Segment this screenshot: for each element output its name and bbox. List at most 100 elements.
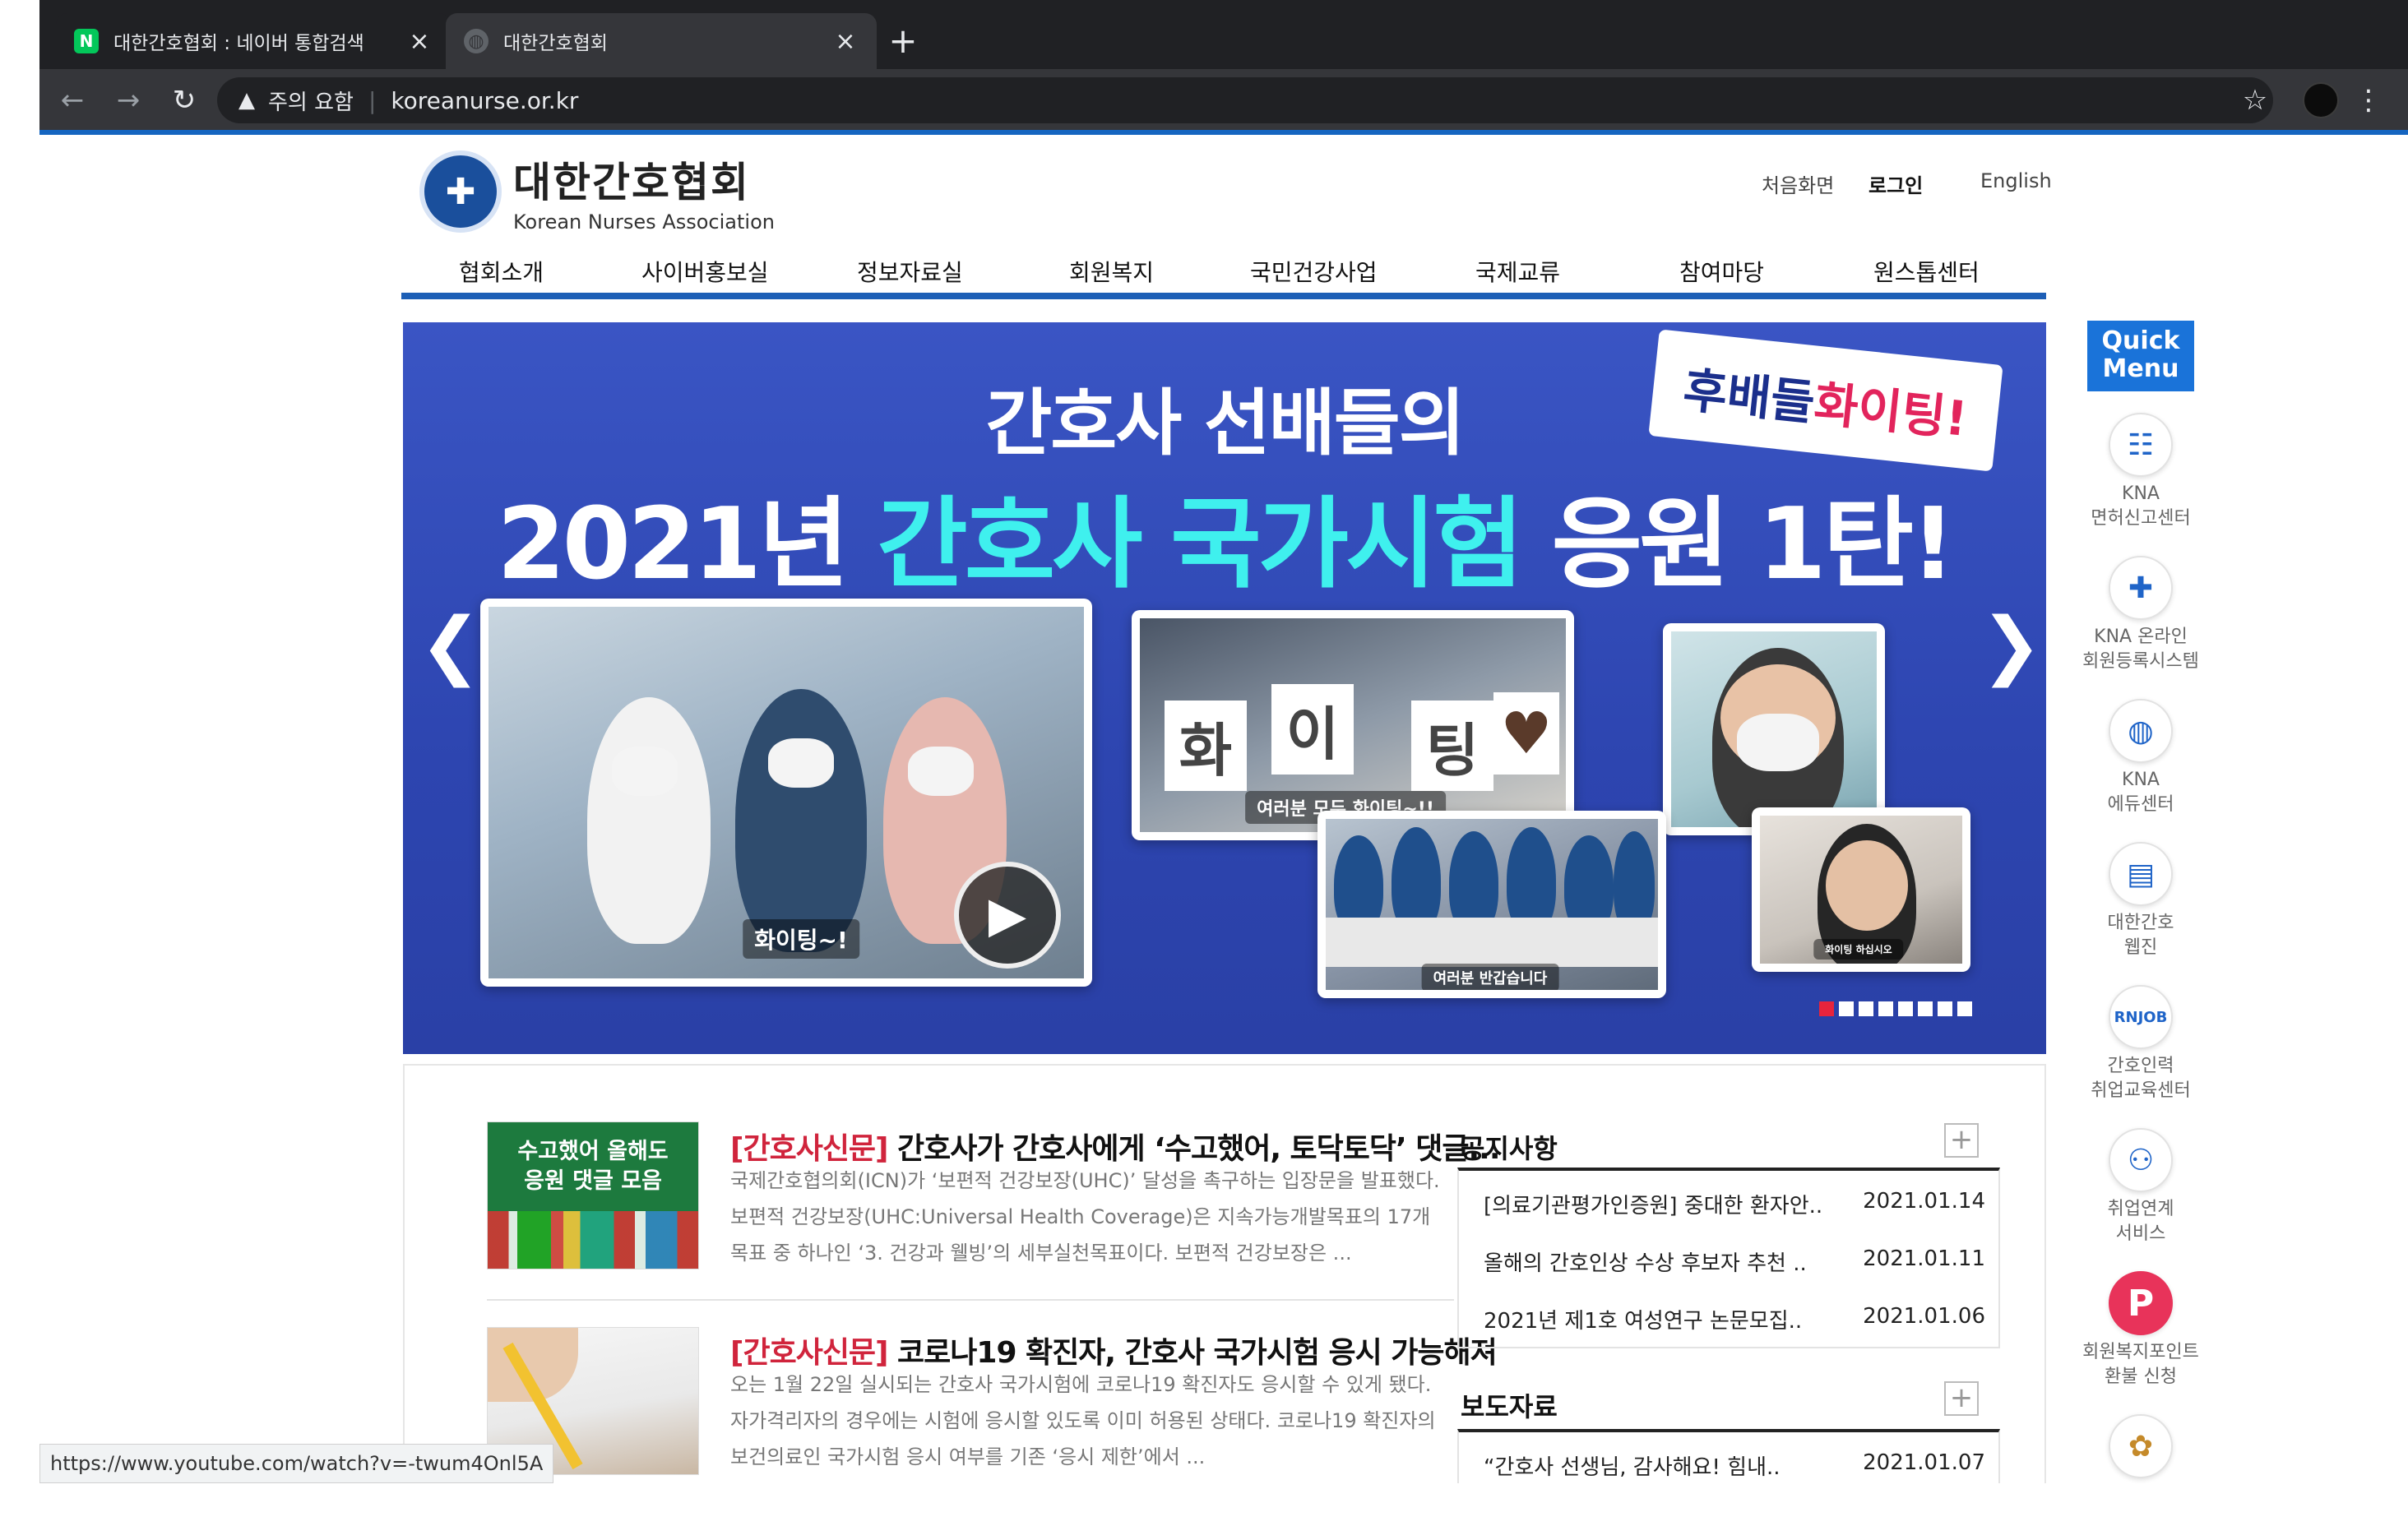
home-link[interactable]: 처음화면 bbox=[1762, 169, 1834, 198]
nav-international[interactable]: 국제교류 bbox=[1475, 255, 1560, 288]
news-title[interactable]: [간호사신문] 코로나19 확진자, 간호사 국가시험 응시 가능해져 bbox=[730, 1329, 1498, 1371]
tab-close-icon[interactable]: × bbox=[832, 27, 859, 56]
kna-emblem-icon: ✚ bbox=[419, 150, 502, 233]
board-row[interactable]: 올해의 간호인상 수상 후보자 추천 .. 2021.01.11 bbox=[1484, 1246, 1985, 1277]
photo4-caption: 여러분 반갑습니다 bbox=[1421, 964, 1559, 990]
quick-rnjob[interactable]: RNJOB 간호인력 취업교육센터 bbox=[2071, 985, 2211, 1103]
thumb-text: 수고했어 올해도 응원 댓글 모음 bbox=[517, 1139, 669, 1194]
banner-dot[interactable] bbox=[1957, 1001, 1972, 1016]
nav-participate[interactable]: 참여마당 bbox=[1679, 255, 1764, 288]
forward-icon[interactable]: → bbox=[107, 79, 150, 122]
cheer-photo-signs: 화 이 팅 ♥ 여러분 모두 화이팅~!! bbox=[1132, 610, 1574, 840]
video-thumbnail[interactable]: 화이팅~! ▶ bbox=[480, 599, 1092, 987]
nav-info[interactable]: 정보자료실 bbox=[857, 255, 963, 288]
banner-dot[interactable] bbox=[1918, 1001, 1933, 1016]
browser-chrome: N 대한간호협회 : 네이버 통합검색 × ◍ 대한간호협회 × + ← → ↻… bbox=[39, 0, 2408, 132]
globe-icon: ◍ bbox=[464, 29, 489, 53]
omnibox-separator: | bbox=[368, 86, 377, 114]
quick-label: KNA 온라인 회원등록시스템 bbox=[2082, 627, 2199, 672]
board-title[interactable]: 공지사항 bbox=[1461, 1128, 1558, 1166]
people-icon: ⚇ bbox=[2109, 1128, 2173, 1192]
nav-onestop[interactable]: 원스톱센터 bbox=[1873, 255, 1980, 288]
news-thumbnail[interactable]: 수고했어 올해도 응원 댓글 모음 bbox=[487, 1121, 699, 1269]
license-icon: ☷ bbox=[2109, 413, 2173, 477]
back-icon[interactable]: ← bbox=[51, 79, 94, 122]
nav-about[interactable]: 협회소개 bbox=[459, 255, 544, 288]
naver-favicon-icon: N bbox=[74, 29, 99, 53]
photo5-caption: 화이팅 하십시오 bbox=[1813, 939, 1904, 960]
quick-job-linkage[interactable]: ⚇ 취업연계 서비스 bbox=[2071, 1128, 2211, 1246]
quick-license-center[interactable]: ☷ KNA 면허신고센터 bbox=[2071, 413, 2211, 531]
nav-health[interactable]: 국민건강사업 bbox=[1250, 255, 1378, 288]
page: ✚ 대한간호협회 Korean Nurses Association 처음화면 … bbox=[39, 135, 2408, 1495]
point-icon: P bbox=[2109, 1271, 2173, 1335]
board-row[interactable]: “간호사 선생님, 감사해요! 힘내.. 2021.01.07 bbox=[1484, 1450, 1985, 1481]
quick-menu-header[interactable]: Quick Menu bbox=[2087, 321, 2194, 391]
tab-kna[interactable]: ◍ 대한간호협회 × bbox=[446, 13, 877, 69]
quick-emblem[interactable]: ✿ bbox=[2071, 1414, 2211, 1478]
notice-board: 공지사항 + [의료기관평가인증원] 중대한 환자안.. 2021.01.14 올… bbox=[1457, 1118, 2000, 1348]
banner-dot[interactable] bbox=[1859, 1001, 1873, 1016]
news-summary[interactable]: 국제간호협의회(ICN)가 ‘보편적 건강보장(UHC)’ 달성을 촉구하는 입… bbox=[730, 1163, 1446, 1271]
profile-avatar[interactable] bbox=[2303, 82, 2339, 118]
banner-title-line2: 2021년 간호사 국가시험 응원 1탄! bbox=[497, 488, 1956, 602]
news-title[interactable]: [간호사신문] 간호사가 간호사에게 ‘수고했어, 토닥토닥’ 댓글... bbox=[730, 1125, 1501, 1168]
banner-dot[interactable] bbox=[1819, 1001, 1834, 1016]
quick-point-refund[interactable]: P 회원복지포인트 환불 신청 bbox=[2071, 1271, 2211, 1390]
logo-korean: 대한간호협회 bbox=[513, 159, 750, 206]
warning-icon[interactable]: ▲ bbox=[238, 88, 255, 113]
user-add-icon: ✚ bbox=[2109, 556, 2173, 620]
quick-edu-center[interactable]: ◍ KNA 에듀센터 bbox=[2071, 699, 2211, 817]
main-navigation: 협회소개 사이버홍보실 정보자료실 회원복지 국민건강사업 국제교류 참여마당 … bbox=[401, 250, 2046, 299]
more-plus-icon[interactable]: + bbox=[1944, 1381, 1979, 1416]
banner-dot[interactable] bbox=[1898, 1001, 1913, 1016]
board-row[interactable]: [의료기관평가인증원] 중대한 환자안.. 2021.01.14 bbox=[1484, 1189, 1985, 1219]
banner-next-icon[interactable]: ❯ bbox=[1980, 602, 2042, 688]
screen: N 대한간호협회 : 네이버 통합검색 × ◍ 대한간호협회 × + ← → ↻… bbox=[0, 0, 2408, 1526]
play-icon[interactable]: ▶ bbox=[954, 862, 1061, 969]
news-item[interactable]: [간호사신문] 코로나19 확진자, 간호사 국가시험 응시 가능해져 오는 1… bbox=[487, 1327, 1498, 1483]
more-plus-icon[interactable]: + bbox=[1944, 1123, 1979, 1158]
cheer-photo-masked-nurse bbox=[1663, 623, 1885, 835]
quick-label: KNA 면허신고센터 bbox=[2091, 483, 2191, 529]
quick-label: 간호인력 취업교육센터 bbox=[2091, 1056, 2191, 1101]
browser-toolbar: ← → ↻ ▲ 주의 요함 | koreanurse.or.kr ☆ ⋮ bbox=[39, 69, 2408, 132]
rnjob-icon: RNJOB bbox=[2109, 985, 2173, 1049]
page-bottom bbox=[0, 1483, 2408, 1526]
quick-member-registration[interactable]: ✚ KNA 온라인 회원등록시스템 bbox=[2071, 556, 2211, 674]
new-tab-button[interactable]: + bbox=[880, 18, 926, 64]
banner-prev-icon[interactable]: ❮ bbox=[419, 602, 481, 688]
tab-title: 대한간호협회 bbox=[503, 33, 608, 54]
board-row[interactable]: 2021년 제1호 여성연구 논문모집.. 2021.01.06 bbox=[1484, 1304, 1985, 1334]
cheer-photo-woman: 화이팅 하십시오 bbox=[1752, 807, 1970, 972]
banner-dot[interactable] bbox=[1938, 1001, 1952, 1016]
tab-close-icon[interactable]: × bbox=[406, 27, 433, 56]
banner-pagination bbox=[1819, 1001, 1972, 1016]
english-link[interactable]: English bbox=[1980, 169, 2052, 192]
reload-icon[interactable]: ↻ bbox=[163, 79, 206, 122]
banner-dot[interactable] bbox=[1839, 1001, 1854, 1016]
news-divider bbox=[487, 1299, 1454, 1301]
nav-cyber-pr[interactable]: 사이버홍보실 bbox=[641, 255, 769, 288]
nav-welfare[interactable]: 회원복지 bbox=[1069, 255, 1154, 288]
browser-menu-icon[interactable]: ⋮ bbox=[2350, 79, 2387, 122]
status-bar-url: https://www.youtube.com/watch?v=-twum4On… bbox=[39, 1444, 554, 1483]
login-link[interactable]: 로그인 bbox=[1869, 169, 1923, 198]
site-logo[interactable]: ✚ 대한간호협회 Korean Nurses Association bbox=[419, 150, 775, 234]
news-summary[interactable]: 오는 1월 22일 실시되는 간호사 국가시험에 코로나19 확진자도 응시할 … bbox=[730, 1366, 1446, 1475]
quick-label: 회원복지포인트 환불 신청 bbox=[2082, 1342, 2199, 1387]
board-title[interactable]: 보도자료 bbox=[1461, 1386, 1558, 1424]
quick-webzine[interactable]: ▤ 대한간호 웹진 bbox=[2071, 842, 2211, 960]
security-text[interactable]: 주의 요함 bbox=[268, 86, 354, 116]
tab-title: 대한간호협회 : 네이버 통합검색 bbox=[113, 33, 364, 54]
main-banner[interactable]: 간호사 선배들의 2021년 간호사 국가시험 응원 1탄! 후배들 화이팅! … bbox=[403, 322, 2046, 1054]
banner-dot[interactable] bbox=[1878, 1001, 1893, 1016]
emblem-icon: ✿ bbox=[2109, 1414, 2173, 1478]
url-text[interactable]: koreanurse.or.kr bbox=[391, 87, 578, 114]
address-bar[interactable]: ▲ 주의 요함 | koreanurse.or.kr bbox=[217, 77, 2273, 123]
news-item[interactable]: 수고했어 올해도 응원 댓글 모음 [간호사신문] 간호사가 간호사에게 ‘수고했… bbox=[487, 1121, 1501, 1286]
bookmark-star-icon[interactable]: ☆ bbox=[2232, 77, 2278, 123]
tab-naver-search[interactable]: N 대한간호협회 : 네이버 통합검색 × bbox=[56, 13, 451, 69]
quick-label: 취업연계 서비스 bbox=[2107, 1199, 2174, 1244]
photo1-caption: 화이팅~! bbox=[743, 919, 859, 959]
